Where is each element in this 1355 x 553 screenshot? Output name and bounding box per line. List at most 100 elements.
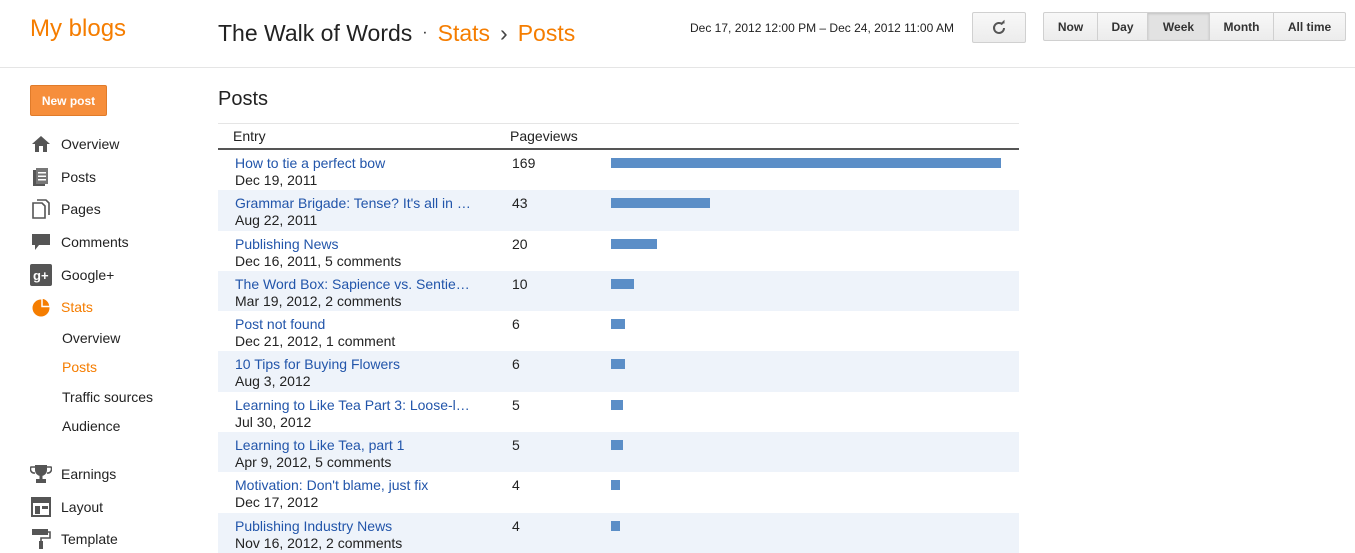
post-title-link[interactable]: Learning to Like Tea, part 1 bbox=[235, 437, 480, 453]
stats-sub-audience[interactable]: Audience bbox=[62, 418, 120, 434]
sidebar-item-label: Google+ bbox=[61, 267, 115, 283]
table-body: How to tie a perfect bow Dec 19, 2011 169 G… bbox=[218, 150, 1019, 553]
my-blogs-link[interactable]: My blogs bbox=[30, 15, 126, 43]
range-week-button[interactable]: Week bbox=[1148, 12, 1210, 41]
refresh-icon bbox=[993, 19, 1005, 34]
posts-table: Entry Pageviews How to tie a perfect bow… bbox=[218, 123, 1019, 553]
google-plus-icon: g+ bbox=[30, 264, 52, 286]
table-row: How to tie a perfect bow Dec 19, 2011 169 bbox=[218, 150, 1019, 190]
post-title-link[interactable]: Learning to Like Tea Part 3: Loose-l… bbox=[235, 397, 480, 413]
pages-icon bbox=[30, 198, 52, 220]
post-date: Jul 30, 2012 bbox=[235, 413, 312, 430]
pageviews-bar bbox=[611, 480, 620, 491]
chevron-right-icon: › bbox=[500, 20, 508, 46]
sidebar-item-label: Layout bbox=[61, 499, 104, 515]
table-row: 10 Tips for Buying Flowers Aug 3, 2012 6 bbox=[218, 351, 1019, 392]
sidebar-item-label: Template bbox=[61, 531, 118, 547]
sidebar-item-label: Stats bbox=[61, 299, 93, 315]
sidebar-item-posts[interactable]: Posts bbox=[30, 165, 96, 189]
home-icon bbox=[30, 133, 52, 155]
post-date: Mar 19, 2012, 2 comments bbox=[235, 292, 402, 309]
sidebar-item-pages[interactable]: Pages bbox=[30, 197, 101, 221]
refresh-button[interactable] bbox=[972, 12, 1026, 43]
time-range-selector: Now Day Week Month All time bbox=[1043, 12, 1346, 41]
sidebar-item-label: Pages bbox=[61, 201, 101, 217]
paint-roller-icon bbox=[30, 528, 52, 550]
table-header: Entry Pageviews bbox=[218, 123, 1019, 150]
table-row: Learning to Like Tea Part 3: Loose-l… Jul… bbox=[218, 392, 1019, 432]
pageviews-bar bbox=[611, 399, 623, 410]
post-date: Dec 17, 2012 bbox=[235, 494, 319, 511]
pageviews-bar bbox=[611, 198, 710, 209]
stats-sub-overview[interactable]: Overview bbox=[62, 330, 120, 346]
sidebar-item-layout[interactable]: Layout bbox=[30, 495, 103, 519]
header: My blogs The Walk of Words · Stats › Posts D… bbox=[0, 0, 1355, 68]
crumb-posts: Posts bbox=[517, 20, 576, 46]
post-title-link[interactable]: Grammar Brigade: Tense? It's all in … bbox=[235, 195, 480, 211]
pageviews-count: 6 bbox=[512, 356, 520, 373]
pageviews-count: 5 bbox=[512, 437, 520, 454]
column-header-pageviews: Pageviews bbox=[510, 128, 578, 144]
sidebar-item-earnings[interactable]: Earnings bbox=[30, 462, 116, 486]
column-header-entry: Entry bbox=[233, 128, 266, 144]
blog-title[interactable]: The Walk of Words bbox=[218, 20, 412, 46]
pie-chart-icon bbox=[30, 296, 52, 318]
range-day-button[interactable]: Day bbox=[1098, 12, 1148, 41]
pageviews-bar bbox=[611, 238, 657, 249]
sidebar-item-comments[interactable]: Comments bbox=[30, 230, 129, 254]
crumb-stats[interactable]: Stats bbox=[438, 20, 490, 46]
post-date: Apr 9, 2012, 5 comments bbox=[235, 454, 392, 471]
pageviews-bar bbox=[611, 440, 623, 451]
pageviews-bar bbox=[611, 278, 634, 289]
date-range: Dec 17, 2012 12:00 PM – Dec 24, 2012 11:… bbox=[690, 21, 954, 35]
pageviews-bar bbox=[611, 520, 620, 531]
pageviews-count: 4 bbox=[512, 477, 520, 494]
dot-separator: · bbox=[422, 24, 428, 41]
post-title-link[interactable]: How to tie a perfect bow bbox=[235, 155, 480, 171]
table-row: Post not found Dec 21, 2012, 1 comment 6 bbox=[218, 311, 1019, 351]
post-date: Dec 16, 2011, 5 comments bbox=[235, 252, 402, 269]
table-row: Publishing Industry News Nov 16, 2012, 2 … bbox=[218, 512, 1019, 553]
new-post-button[interactable]: New post bbox=[30, 85, 107, 116]
sidebar-item-label: Earnings bbox=[61, 466, 117, 482]
post-title-link[interactable]: Publishing News bbox=[235, 236, 480, 252]
pageviews-count: 5 bbox=[512, 396, 520, 413]
sidebar-item-overview[interactable]: Overview bbox=[30, 132, 119, 156]
sidebar-item-label: Comments bbox=[61, 234, 129, 250]
page-title: Posts bbox=[218, 88, 269, 110]
table-row: The Word Box: Sapience vs. Sentie… Mar 19… bbox=[218, 270, 1019, 312]
pageviews-bar bbox=[611, 319, 625, 330]
post-title-link[interactable]: Post not found bbox=[235, 316, 480, 332]
table-row: Motivation: Don't blame, just fix Dec 17,… bbox=[218, 472, 1019, 512]
post-title-link[interactable]: Publishing Industry News bbox=[235, 518, 480, 534]
range-month-button[interactable]: Month bbox=[1210, 12, 1274, 41]
breadcrumb: The Walk of Words · Stats › Posts bbox=[218, 20, 575, 47]
comment-icon bbox=[30, 231, 52, 253]
pageviews-bar bbox=[611, 158, 1001, 168]
sidebar-item-google-plus[interactable]: g+ Google+ bbox=[30, 263, 114, 287]
sidebar-item-label: Overview bbox=[61, 136, 120, 152]
post-title-link[interactable]: Motivation: Don't blame, just fix bbox=[235, 477, 480, 493]
post-date: Dec 21, 2012, 1 comment bbox=[235, 333, 396, 350]
sidebar-item-stats[interactable]: Stats bbox=[30, 295, 93, 319]
layout-icon bbox=[30, 496, 52, 518]
post-title-link[interactable]: 10 Tips for Buying Flowers bbox=[235, 356, 480, 372]
pageviews-count: 6 bbox=[512, 316, 520, 333]
sidebar-item-template[interactable]: Template bbox=[30, 527, 118, 551]
stats-sub-posts[interactable]: Posts bbox=[62, 359, 97, 375]
pageviews-count: 10 bbox=[512, 275, 528, 292]
sidebar-item-label: Posts bbox=[61, 169, 97, 185]
pageviews-bar bbox=[611, 359, 625, 370]
table-row: Publishing News Dec 16, 2011, 5 comments 2… bbox=[218, 231, 1019, 271]
pageviews-count: 20 bbox=[512, 235, 528, 252]
post-title-link[interactable]: The Word Box: Sapience vs. Sentie… bbox=[235, 276, 480, 292]
post-date: Nov 16, 2012, 2 comments bbox=[235, 534, 403, 551]
stats-sub-traffic-sources[interactable]: Traffic sources bbox=[62, 389, 153, 405]
pageviews-count: 4 bbox=[512, 517, 520, 534]
svg-text:g+: g+ bbox=[33, 268, 49, 283]
post-date: Aug 3, 2012 bbox=[235, 373, 311, 390]
range-now-button[interactable]: Now bbox=[1043, 12, 1098, 41]
range-all-time-button[interactable]: All time bbox=[1274, 12, 1346, 41]
table-row: Learning to Like Tea, part 1 Apr 9, 2012,… bbox=[218, 432, 1019, 473]
post-date: Dec 19, 2011 bbox=[235, 172, 318, 188]
